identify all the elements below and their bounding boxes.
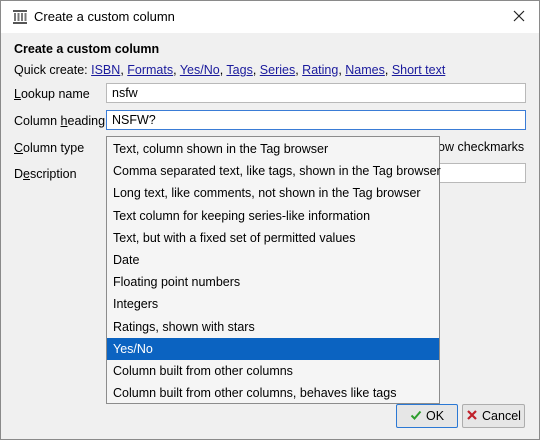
close-button[interactable] [499,1,539,33]
quick-link-short-text[interactable]: Short text [392,63,446,77]
cancel-button[interactable]: Cancel [462,404,525,428]
dropdown-option[interactable]: Long text, like comments, not shown in t… [107,182,439,204]
ok-label: OK [425,409,445,423]
quick-link-formats[interactable]: Formats [127,63,173,77]
quick-link-isbn[interactable]: ISBN [91,63,120,77]
ok-button[interactable]: OK [396,404,458,428]
library-icon [12,9,28,25]
quick-link-rating[interactable]: Rating [302,63,338,77]
title-bar: Create a custom column [1,1,539,33]
lookup-name-label: Lookup name [14,87,90,101]
show-checkmarks-text[interactable]: ow checkmarks [438,140,524,154]
dropdown-option[interactable]: Column built from other columns [107,360,439,382]
description-label: Description [14,167,77,181]
checkmark-icon [410,409,422,424]
dropdown-option[interactable]: Column built from other columns, behaves… [107,382,439,404]
window-title: Create a custom column [34,9,175,24]
quick-create-row: Quick create: ISBN, Formats, Yes/No, Tag… [14,63,446,77]
cancel-label: Cancel [482,409,521,423]
quick-link-series[interactable]: Series [260,63,295,77]
quick-create-label: Quick create: [14,63,88,77]
dropdown-option[interactable]: Comma separated text, like tags, shown i… [107,160,441,182]
quick-link-names[interactable]: Names [345,63,385,77]
close-icon [513,10,525,25]
quick-link-tags[interactable]: Tags [226,63,252,77]
dropdown-option-selected[interactable]: Yes/No [107,337,439,360]
dialog-window: Create a custom column Create a custom c… [0,0,540,440]
dropdown-option[interactable]: Date [107,249,439,271]
dropdown-option[interactable]: Text, but with a fixed set of permitted … [107,227,439,249]
dropdown-option[interactable]: Text, column shown in the Tag browser [107,138,439,160]
column-heading-input[interactable]: NSFW? [106,110,526,130]
dropdown-option[interactable]: Integers [107,293,439,315]
quick-link-yesno[interactable]: Yes/No [180,63,220,77]
dropdown-option[interactable]: Floating point numbers [107,271,439,293]
column-type-label: Column type [14,141,85,155]
dropdown-option[interactable]: Text column for keeping series-like info… [107,205,439,227]
lookup-name-input[interactable]: nsfw [106,83,526,103]
column-type-dropdown-list[interactable]: Text, column shown in the Tag browser Co… [106,136,441,404]
dialog-heading: Create a custom column [14,42,160,56]
dropdown-option[interactable]: Ratings, shown with stars [107,316,439,338]
cancel-x-icon [466,409,478,424]
column-heading-label: Column heading [14,114,106,128]
